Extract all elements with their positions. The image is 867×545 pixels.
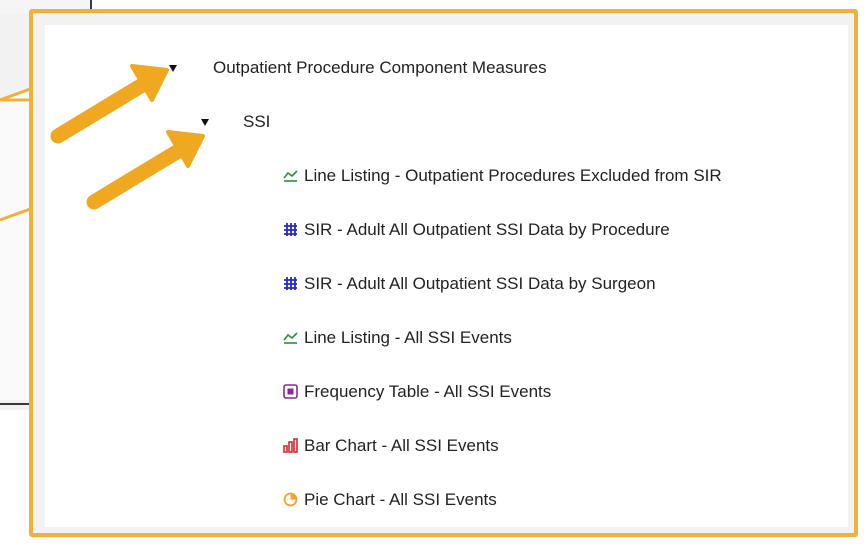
line-chart-icon — [283, 331, 298, 344]
tree-item-label[interactable]: SIR - Adult All Outpatient SSI Data by S… — [304, 274, 656, 294]
pie-chart-icon — [283, 492, 298, 506]
tree-item[interactable]: Frequency Table - All SSI Events — [283, 382, 551, 402]
tree-item[interactable]: Bar Chart - All SSI Events — [283, 436, 499, 456]
tree-item-label[interactable]: Bar Chart - All SSI Events — [304, 436, 499, 456]
tree-root-label[interactable]: Outpatient Procedure Component Measures — [213, 58, 547, 78]
tree-item[interactable]: Pie Chart - All SSI Events — [283, 490, 497, 510]
tree-item-label[interactable]: Pie Chart - All SSI Events — [304, 490, 497, 510]
grid-table-icon — [283, 222, 298, 236]
tree-item-label[interactable]: Line Listing - Outpatient Procedures Exc… — [304, 166, 722, 186]
tree-root[interactable]: Outpatient Procedure Component Measures — [169, 58, 547, 78]
tree-item[interactable]: Line Listing - All SSI Events — [283, 328, 512, 348]
tree-item-label[interactable]: Frequency Table - All SSI Events — [304, 382, 551, 402]
tree-item-label[interactable]: SIR - Adult All Outpatient SSI Data by P… — [304, 220, 670, 240]
grid-table-icon — [283, 276, 298, 290]
line-chart-icon — [283, 169, 298, 182]
annotation-arrow-ssi — [86, 130, 205, 210]
tree-item-label[interactable]: Line Listing - All SSI Events — [304, 328, 512, 348]
tree-item[interactable]: SIR - Adult All Outpatient SSI Data by S… — [283, 274, 656, 294]
bar-chart-icon — [283, 437, 298, 453]
frequency-table-icon — [283, 383, 298, 399]
tree-item[interactable]: Line Listing - Outpatient Procedures Exc… — [283, 166, 722, 186]
tree-item[interactable]: SIR - Adult All Outpatient SSI Data by P… — [283, 220, 670, 240]
tree-child-label[interactable]: SSI — [243, 112, 270, 132]
